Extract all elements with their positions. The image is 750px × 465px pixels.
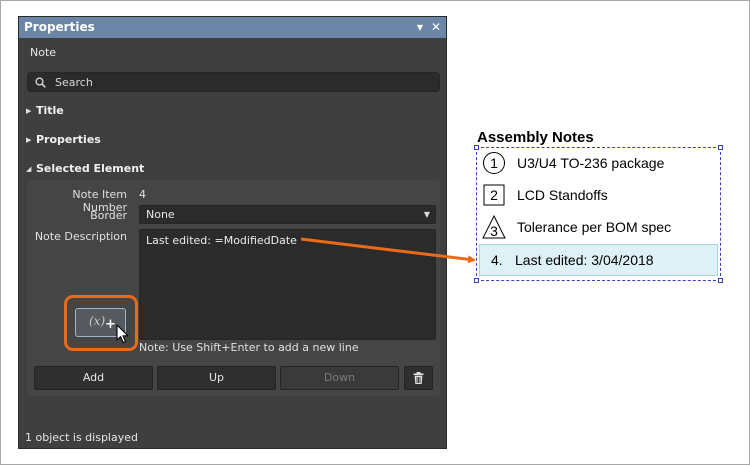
note-text: LCD Standoffs (517, 187, 608, 203)
up-button[interactable]: Up (157, 366, 276, 390)
section-title-label: Title (36, 104, 64, 117)
dropdown-arrow-icon: ▼ (423, 210, 430, 219)
note-text: Last edited: 3/04/2018 (515, 252, 654, 268)
border-label: Border (90, 209, 127, 222)
section-title[interactable]: ▶ Title (26, 103, 64, 119)
plus-icon: + (105, 317, 116, 332)
note-description-field[interactable]: Last edited: =ModifiedDate (139, 229, 436, 340)
search-box[interactable] (27, 72, 440, 92)
item-number-value: 4 (139, 188, 146, 201)
search-input[interactable] (55, 75, 425, 90)
border-select[interactable]: None ▼ (139, 205, 436, 224)
chevron-right-icon: ▶ (26, 107, 32, 115)
close-icon[interactable]: ✕ (429, 17, 443, 38)
resize-handle-bl[interactable] (474, 278, 479, 283)
resize-handle-tr[interactable] (718, 145, 723, 150)
assembly-notes-title: Assembly Notes (477, 129, 594, 146)
trash-icon (413, 372, 424, 384)
chevron-down-icon: ◢ (26, 165, 32, 173)
properties-panel: Properties ▼ ✕ Note ▶ Title ▶ Properties ◢… (18, 16, 447, 449)
section-properties-label: Properties (36, 133, 101, 146)
search-icon (35, 77, 46, 88)
section-selected-element[interactable]: ◢ Selected Element (26, 161, 144, 177)
down-button[interactable]: Down (280, 366, 399, 390)
note-number: 1 (490, 155, 498, 171)
panel-title: Properties (24, 20, 95, 34)
section-properties[interactable]: ▶ Properties (26, 132, 101, 148)
square-number-icon: 2 (483, 184, 505, 206)
note-number: 4. (491, 252, 503, 268)
description-label: Note Description (34, 230, 127, 243)
note-number: 2 (490, 187, 498, 203)
insert-parameter-label: (x) (89, 314, 106, 328)
panel-header: Properties ▼ ✕ (19, 17, 446, 38)
add-button[interactable]: Add (34, 366, 153, 390)
delete-button[interactable] (404, 366, 433, 390)
circle-number-icon: 1 (483, 152, 505, 174)
resize-handle-tl[interactable] (474, 145, 479, 150)
status-text: 1 object is displayed (25, 431, 138, 444)
mouse-pointer-icon (116, 324, 129, 344)
note-text: U3/U4 TO-236 package (517, 155, 665, 171)
resize-handle-br[interactable] (718, 278, 723, 283)
section-selected-label: Selected Element (36, 162, 145, 175)
assembly-note-row-selected[interactable]: 4. Last edited: 3/04/2018 (479, 244, 718, 276)
panel-subtitle: Note (30, 46, 57, 59)
line-hint: Note: Use Shift+Enter to add a new line (139, 341, 359, 354)
note-text: Tolerance per BOM spec (517, 219, 672, 235)
note-number: 3 (490, 223, 498, 239)
border-select-value: None (146, 208, 175, 221)
pin-icon[interactable]: ▼ (413, 17, 427, 38)
triangle-number-icon: 3 (482, 215, 506, 239)
chevron-right-icon: ▶ (26, 136, 32, 144)
